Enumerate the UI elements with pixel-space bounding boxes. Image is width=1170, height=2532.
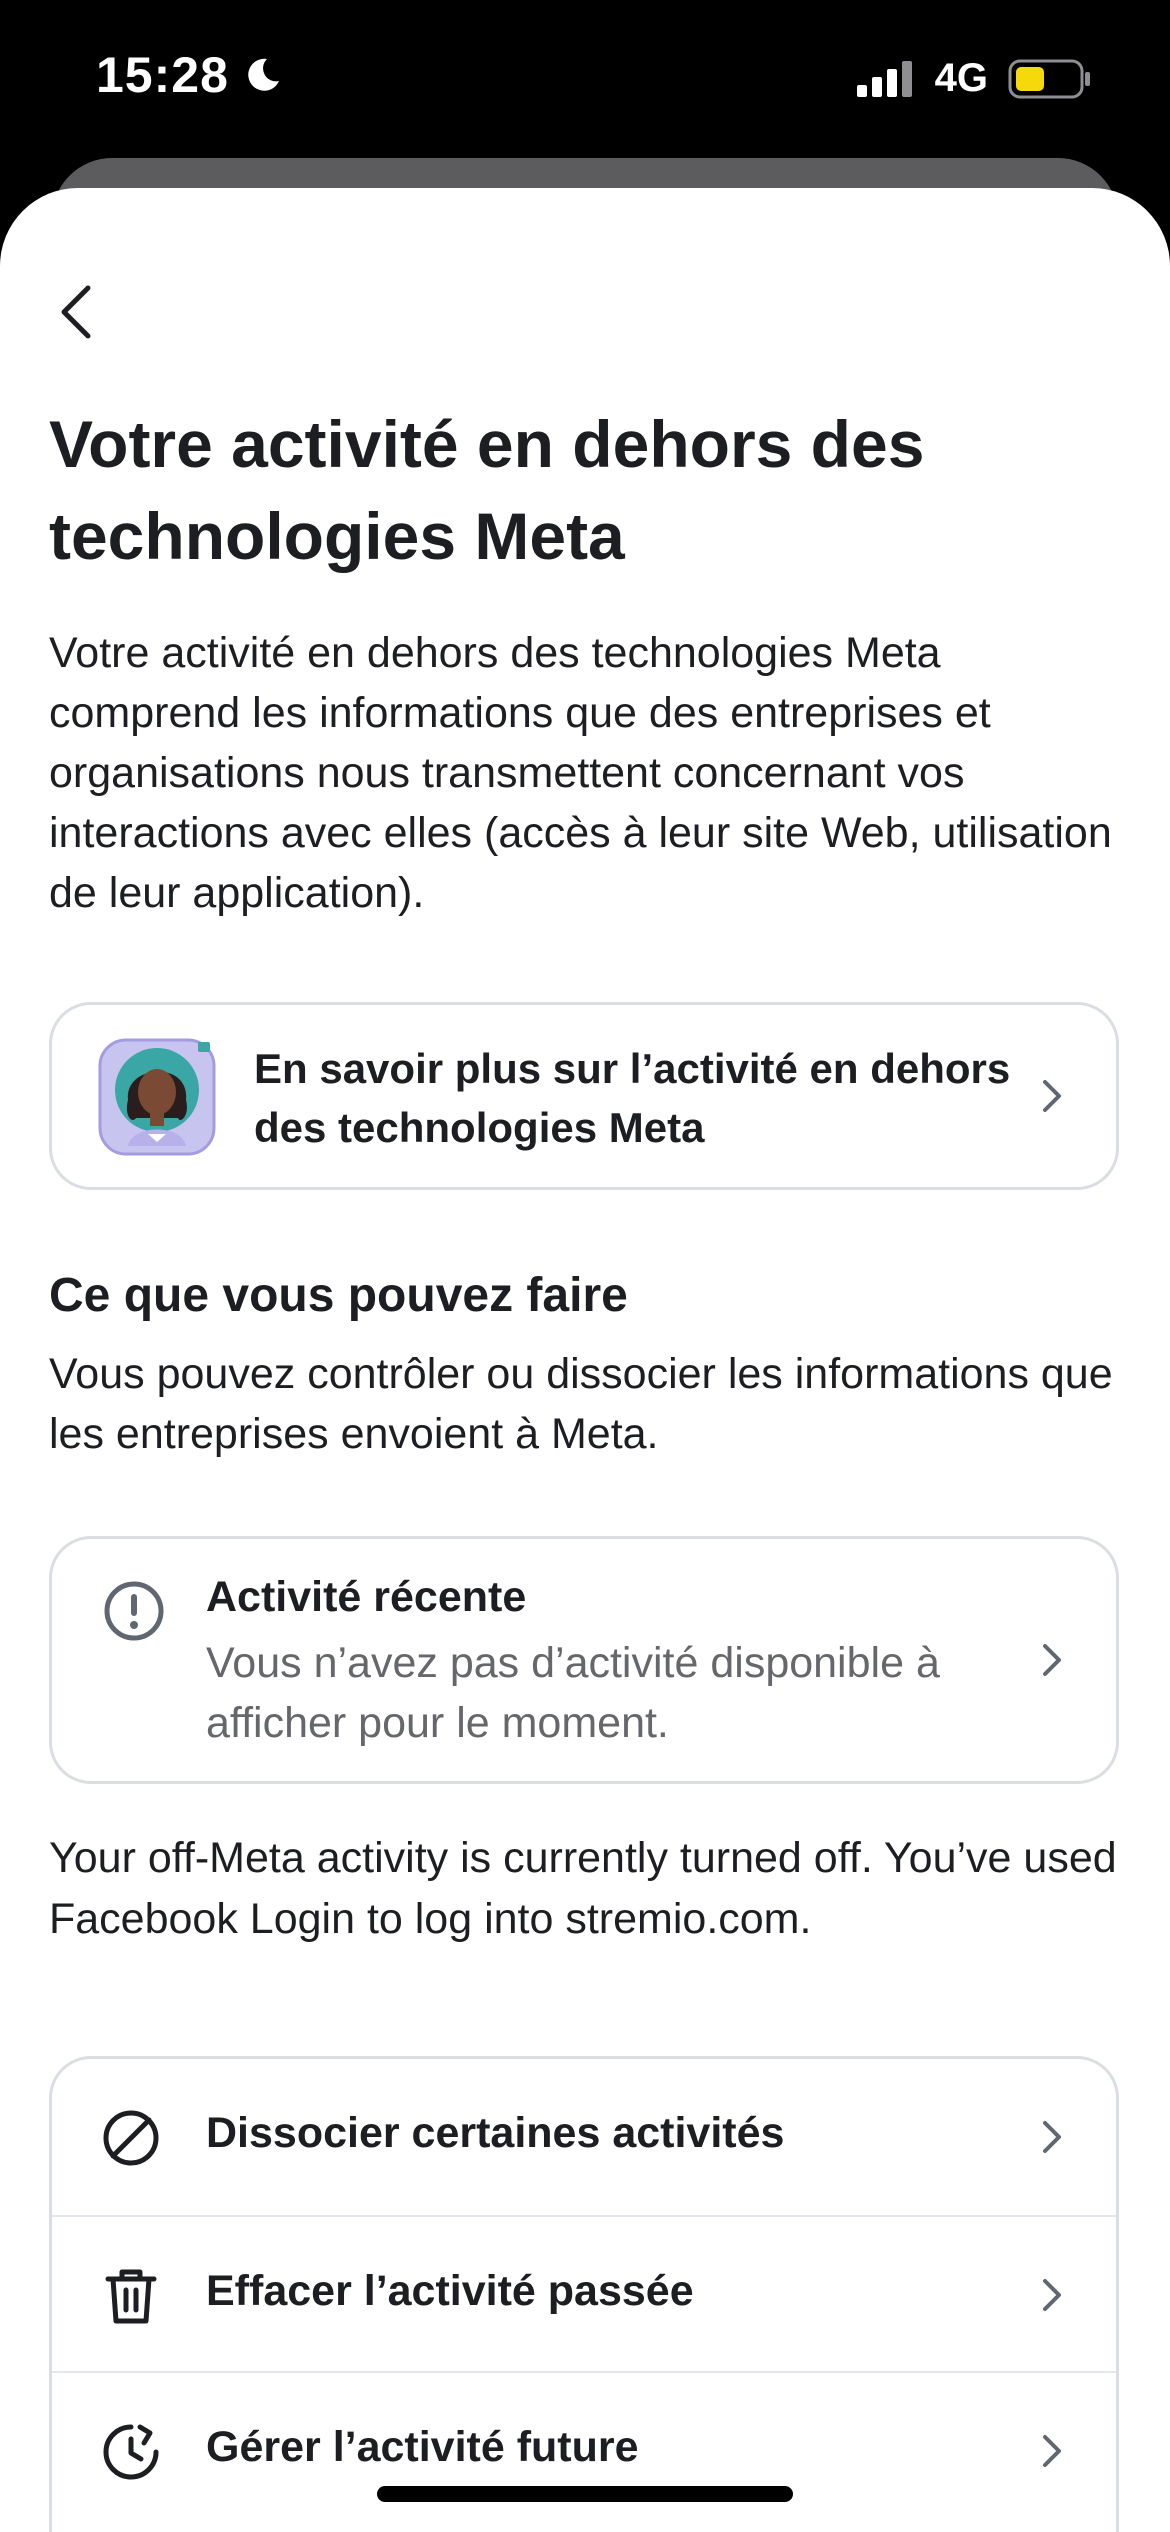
action-clear-past-activity[interactable]: Effacer l’activité passée [52,2215,1116,2371]
recent-activity-card[interactable]: Activité récente Vous n’avez pas d’activ… [49,1536,1119,1784]
recent-activity-subtitle: Vous n’avez pas d’activité disponible à … [206,1639,940,1747]
chevron-left-icon [61,285,91,339]
intro-text: Votre activité en dehors des technologie… [49,629,1112,917]
action-label: Gérer l’activité future [206,2423,639,2471]
off-meta-status-text: Your off-Meta activity is currently turn… [49,1834,1117,1943]
back-button[interactable] [44,280,108,344]
chevron-right-icon [1043,2279,1061,2311]
section-heading: Ce que vous pouvez faire [49,1269,628,1322]
trash-icon [105,2269,157,2324]
status-indicators: 4G [856,56,1092,101]
battery-icon [1008,59,1090,98]
moon-icon [248,58,279,91]
network-label: 4G [934,56,988,100]
block-icon [103,2110,159,2166]
section-description: Vous pouvez contrôler ou dissocier les i… [49,1350,1113,1458]
learn-more-card[interactable]: En savoir plus sur l’activité en dehors … [49,1002,1119,1190]
chevron-right-icon [1043,1644,1061,1676]
home-indicator[interactable] [377,2486,793,2502]
actions-list: Dissocier certaines activités Effacer l’… [49,2056,1119,2532]
action-label: Effacer l’activité passée [206,2267,694,2315]
signal-icon [856,60,912,97]
chevron-right-icon [1043,2435,1061,2467]
avatar-illustration [98,1038,216,1156]
activity-sheet: Votre activité en dehors des technologie… [0,188,1170,2532]
chevron-right-icon [1043,1080,1061,1112]
time-text: 15:28 [96,47,229,103]
action-manage-future-activity[interactable]: Gérer l’activité future [52,2371,1116,2527]
chevron-right-icon [1043,2121,1061,2153]
info-icon [104,1581,164,1641]
action-disconnect-activity[interactable]: Dissocier certaines activités [52,2059,1116,2215]
action-label: Dissocier certaines activités [206,2109,785,2157]
clock-refresh-icon [103,2424,159,2480]
learn-more-label: En savoir plus sur l’activité en dehors … [254,1045,1011,1151]
status-bar: 15:28 4G [0,0,1170,160]
status-time: 15:28 [96,46,283,104]
recent-activity-title: Activité récente [206,1573,527,1621]
page-title: Votre activité en dehors des technologie… [49,407,925,573]
